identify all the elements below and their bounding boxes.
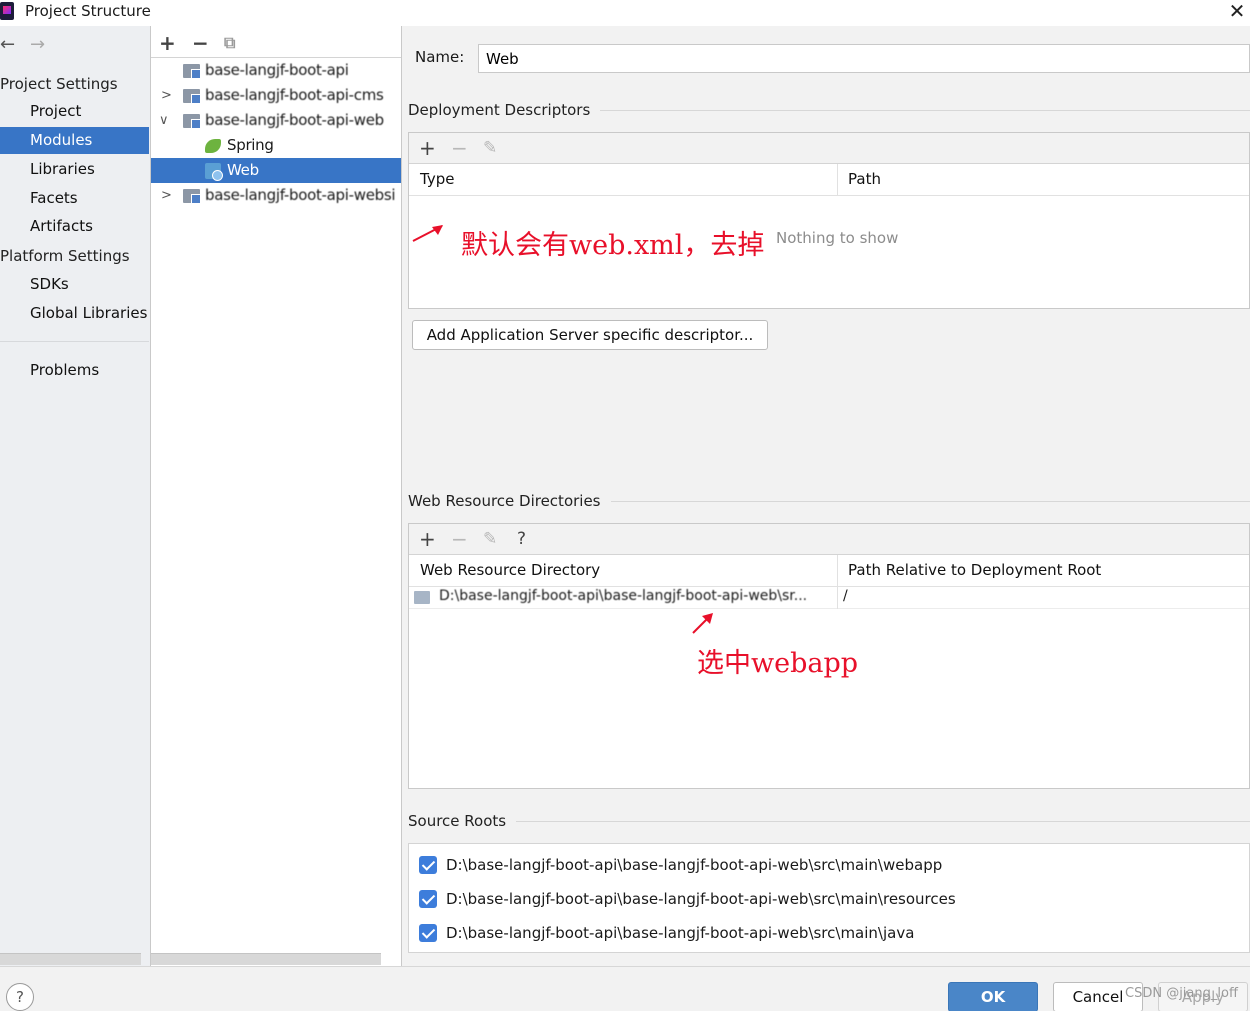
relative-path-cell: / <box>843 588 848 604</box>
csdn-watermark: CSDN @jiang_loff <box>1125 986 1238 1001</box>
annotation-arrow-icon <box>692 613 713 634</box>
source-root-path: D:\base-langjf-boot-api\base-langjf-boot… <box>446 924 915 942</box>
web-facet-icon <box>205 163 223 181</box>
section-divider <box>408 821 1250 822</box>
module-folder-icon <box>183 89 201 104</box>
web-resource-header-row: Web Resource Directory Path Relative to … <box>409 555 1249 587</box>
ok-button[interactable]: OK <box>948 982 1038 1011</box>
tree-row-module[interactable]: > base-langjf-boot-api-cms <box>151 83 401 108</box>
annotation-arrow-icon <box>412 225 443 242</box>
back-arrow-icon[interactable]: ← <box>0 34 15 55</box>
sidebar-item-libraries[interactable]: Libraries <box>0 156 149 183</box>
tree-row-facet-spring[interactable]: Spring <box>151 133 401 158</box>
column-header-path[interactable]: Path <box>848 164 881 194</box>
annotation-deployment-note: 默认会有web.xml，去掉 <box>461 230 765 261</box>
sidebar-item-artifacts[interactable]: Artifacts <box>0 213 149 240</box>
column-header-type[interactable]: Type <box>420 164 454 194</box>
name-input[interactable] <box>478 44 1250 73</box>
edit-pencil-icon[interactable]: ✎ <box>483 133 497 163</box>
column-divider <box>837 587 838 609</box>
column-header-web-resource-directory[interactable]: Web Resource Directory <box>420 555 600 585</box>
web-resource-directory-cell: D:\base-langjf-boot-api\base-langjf-boot… <box>439 588 808 604</box>
tree-row-label: base-langjf-boot-api-cms <box>205 86 384 104</box>
annotation-webapp-note: 选中webapp <box>697 648 859 679</box>
tree-row-label: base-langjf-boot-api-web <box>205 111 384 129</box>
sidebar-item-sdks[interactable]: SDKs <box>0 271 149 298</box>
close-icon[interactable]: ✕ <box>1226 0 1248 22</box>
chevron-right-icon[interactable]: > <box>161 83 172 108</box>
window-title: Project Structure <box>25 2 151 20</box>
remove-resource-icon[interactable]: − <box>451 524 468 554</box>
module-folder-icon <box>183 64 201 79</box>
intellij-app-icon <box>0 2 14 20</box>
web-resource-toolbar: + − ✎ ? <box>409 524 1249 555</box>
edit-pencil-icon[interactable]: ✎ <box>483 524 497 554</box>
deployment-descriptors-title: Deployment Descriptors <box>408 101 601 119</box>
column-header-relative-path[interactable]: Path Relative to Deployment Root <box>848 555 1101 585</box>
tree-row-module[interactable]: base-langjf-boot-api <box>151 58 401 83</box>
sidebar-item-project[interactable]: Project <box>0 98 149 125</box>
chevron-down-icon[interactable]: ∨ <box>159 108 169 133</box>
spring-leaf-icon <box>205 139 221 153</box>
remove-descriptor-icon[interactable]: − <box>451 133 468 163</box>
forward-arrow-icon[interactable]: → <box>30 34 45 55</box>
platform-settings-header: Platform Settings <box>0 247 130 265</box>
deployment-descriptors-table: + − ✎ Type Path <box>408 132 1250 309</box>
source-root-checkbox[interactable] <box>419 924 437 942</box>
web-resource-directories-title: Web Resource Directories <box>408 492 611 510</box>
deployment-header-row: Type Path <box>409 164 1249 196</box>
sidebar-item-global-libraries[interactable]: Global Libraries <box>0 300 149 327</box>
source-root-checkbox[interactable] <box>419 856 437 874</box>
sidebar-scrollbar[interactable] <box>0 953 141 965</box>
sidebar-item-problems[interactable]: Problems <box>0 357 149 384</box>
name-label: Name: <box>415 48 465 66</box>
help-button[interactable]: ? <box>6 983 34 1011</box>
table-row[interactable]: D:\base-langjf-boot-api\base-langjf-boot… <box>409 587 1249 609</box>
source-root-path: D:\base-langjf-boot-api\base-langjf-boot… <box>446 890 956 908</box>
sidebar-divider <box>0 341 149 342</box>
tree-row-module[interactable]: > base-langjf-boot-api-websi <box>151 183 401 208</box>
source-root-path: D:\base-langjf-boot-api\base-langjf-boot… <box>446 856 943 874</box>
module-folder-icon <box>183 189 201 204</box>
column-divider[interactable] <box>837 555 838 586</box>
source-root-checkbox[interactable] <box>419 890 437 908</box>
source-roots-list: D:\base-langjf-boot-api\base-langjf-boot… <box>408 843 1250 953</box>
project-settings-header: Project Settings <box>0 75 118 93</box>
tree-row-label: Web <box>227 161 259 179</box>
add-resource-icon[interactable]: + <box>419 524 436 554</box>
tree-row-label: base-langjf-boot-api-websi <box>205 186 396 204</box>
tree-row-module[interactable]: ∨ base-langjf-boot-api-web <box>151 108 401 133</box>
tree-row-label: base-langjf-boot-api <box>205 61 349 79</box>
add-server-descriptor-button[interactable]: Add Application Server specific descript… <box>412 320 768 350</box>
add-descriptor-icon[interactable]: + <box>419 133 436 163</box>
remove-module-icon[interactable]: − <box>192 31 209 55</box>
sidebar-item-modules[interactable]: Modules <box>0 127 149 154</box>
title-bar <box>0 0 1250 26</box>
empty-table-text: Nothing to show <box>776 229 899 247</box>
source-roots-title: Source Roots <box>408 812 517 830</box>
column-divider[interactable] <box>837 164 838 195</box>
help-question-icon[interactable]: ? <box>517 524 526 554</box>
module-folder-icon <box>183 114 201 129</box>
deployment-toolbar: + − ✎ <box>409 133 1249 164</box>
tree-row-label: Spring <box>227 136 274 154</box>
chevron-right-icon[interactable]: > <box>161 183 172 208</box>
add-module-icon[interactable]: + <box>159 31 176 55</box>
sidebar-item-facets[interactable]: Facets <box>0 185 149 212</box>
tree-scrollbar[interactable] <box>151 953 381 965</box>
tree-row-facet-web[interactable]: Web <box>151 158 401 183</box>
web-folder-icon <box>414 591 430 604</box>
copy-module-icon[interactable]: ⧉ <box>224 33 235 53</box>
